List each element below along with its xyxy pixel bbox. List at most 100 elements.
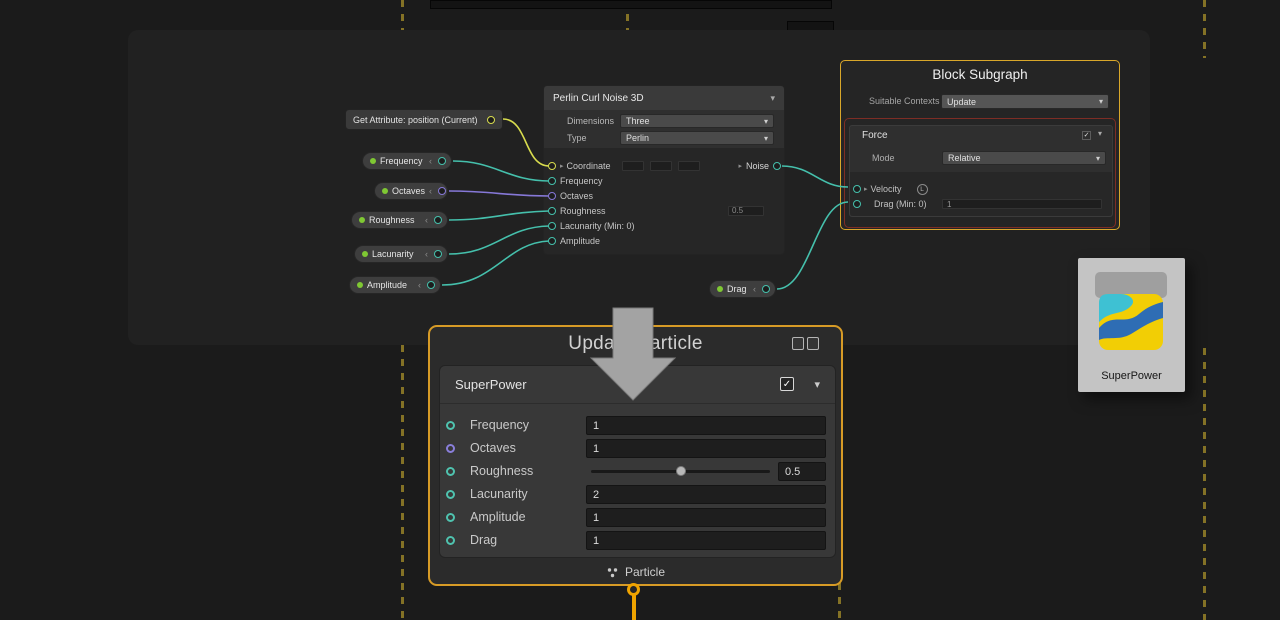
input-port-icon[interactable] [548,177,556,185]
input-port-icon[interactable] [446,421,455,430]
expander-icon[interactable]: ▸ [738,162,742,170]
output-port-icon[interactable] [438,187,446,195]
pill-label: Roughness [369,215,415,225]
asset-card[interactable]: SuperPower [1078,258,1185,392]
node-collapse-icon[interactable]: ▾ [770,93,775,104]
subgraph-title: Block Subgraph [841,67,1119,82]
block-subgraph-panel[interactable]: Block Subgraph Suitable Contexts Update … [840,60,1120,230]
input-label: Frequency [560,176,603,186]
input-label: Roughness [560,206,606,216]
value-field[interactable]: 2 [586,485,826,504]
block-enabled-checkbox[interactable]: ✓ [1082,131,1091,140]
collapse-icon[interactable]: ‹ [418,280,423,290]
input-port-icon[interactable] [548,192,556,200]
block-collapse-icon[interactable]: ▾ [1098,129,1102,138]
pill-label: Frequency [380,156,423,166]
vfx-graph-screenshot: SuperPower + ▸ Frequency float ▸ Octaves… [0,0,1280,620]
property-color-dot [362,251,368,257]
input-port-icon[interactable] [548,207,556,215]
block-row: Drag 1 [440,529,837,552]
background-flow-line [1203,348,1206,620]
dropdown-value: Perlin [626,133,649,143]
parameter-node-drag[interactable]: Drag‹ [709,280,776,298]
flow-edge [632,594,636,620]
output-port-icon[interactable] [434,250,442,258]
collapse-icon[interactable]: ‹ [429,186,434,196]
collapse-icon[interactable]: ‹ [753,284,758,294]
output-port-icon[interactable] [434,216,442,224]
setting-label: Dimensions [567,114,614,128]
input-label: Lacunarity (Min: 0) [560,221,635,231]
roughness-value-field[interactable]: 0.5 [728,206,764,216]
output-port-icon[interactable] [438,157,446,165]
get-attribute-node[interactable]: Get Attribute: position (Current) [345,109,503,130]
parameter-node-amplitude[interactable]: Amplitude ‹ [349,276,441,294]
input-port-icon[interactable] [446,536,455,545]
dimensions-dropdown[interactable]: Three ▾ [620,114,774,128]
mode-dropdown[interactable]: Relative ▾ [942,151,1106,165]
background-flow-line [1203,0,1206,58]
output-port-icon[interactable] [762,285,770,293]
parameter-node-roughness[interactable]: Roughness ‹ [351,211,448,229]
superpower-asset-icon [1099,288,1163,350]
coordinate-y-field[interactable] [650,161,672,171]
input-port-icon[interactable] [853,185,861,193]
pill-label: Amplitude [367,280,407,290]
block-row: Frequency 1 [440,414,837,437]
value-field[interactable]: 0.5 [778,462,826,481]
background-flow-line [401,0,404,30]
output-port-icon[interactable] [427,281,435,289]
dropdown-arrow-icon: ▾ [1096,154,1100,163]
local-space-badge[interactable]: L [917,184,928,195]
block-collapse-icon[interactable]: ▾ [814,378,820,391]
check-icon: ✓ [783,379,791,390]
block-row: Lacunarity 2 [440,483,837,506]
noise-output-port-icon[interactable] [773,162,781,170]
row-label: Drag [470,529,497,552]
input-port-icon[interactable] [446,444,455,453]
slider-thumb[interactable] [676,466,686,476]
type-dropdown[interactable]: Perlin ▾ [620,131,774,145]
drag-value-field[interactable]: 1 [942,199,1102,209]
value-field[interactable]: 1 [586,416,826,435]
force-block[interactable]: Force ✓ ▾ Mode Relative ▾ ▸ Velocity L D… [849,125,1113,217]
value-field[interactable]: 1 [586,508,826,527]
perlin-curl-noise-node[interactable]: Perlin Curl Noise 3D ▾ Dimensions Three … [543,85,785,255]
parameter-node-lacunarity[interactable]: Lacunarity‹ [354,245,448,263]
coordinate-z-field[interactable] [678,161,700,171]
row-label: Roughness [470,460,533,483]
mode-label: Mode [872,153,895,163]
input-label: Amplitude [560,236,600,246]
input-port-icon[interactable] [446,467,455,476]
row-label: Lacunarity [470,483,528,506]
block-row: Octaves 1 [440,437,837,460]
output-port-icon[interactable] [487,116,495,124]
collapse-icon[interactable]: ‹ [425,215,430,225]
suitable-contexts-dropdown[interactable]: Update ▾ [941,94,1109,109]
expander-icon[interactable]: ▸ [560,162,564,170]
input-label: Coordinate [567,161,611,171]
value-field[interactable]: 1 [586,439,826,458]
input-port-icon[interactable] [548,162,556,170]
input-port-icon[interactable] [446,490,455,499]
block-row: Amplitude 1 [440,506,837,529]
asset-label: SuperPower [1078,370,1185,382]
input-port-icon[interactable] [853,200,861,208]
coordinate-x-field[interactable] [622,161,644,171]
parameter-node-frequency[interactable]: Frequency ‹ [362,152,452,170]
row-label: Amplitude [470,506,526,529]
input-label: Octaves [560,191,593,201]
input-port-icon[interactable] [548,237,556,245]
collapse-icon[interactable]: ‹ [429,156,434,166]
parameter-node-octaves[interactable]: Octaves‹ [374,182,448,200]
value-field[interactable]: 1 [586,531,826,550]
dropdown-value: Relative [948,153,981,163]
context-options-icon[interactable] [792,337,819,350]
block-enabled-checkbox[interactable]: ✓ [780,377,794,391]
collapse-icon[interactable]: ‹ [425,249,430,259]
property-color-dot [717,286,723,292]
expander-icon[interactable]: ▸ [864,185,868,193]
flow-anchor[interactable] [627,583,640,596]
input-port-icon[interactable] [548,222,556,230]
input-port-icon[interactable] [446,513,455,522]
